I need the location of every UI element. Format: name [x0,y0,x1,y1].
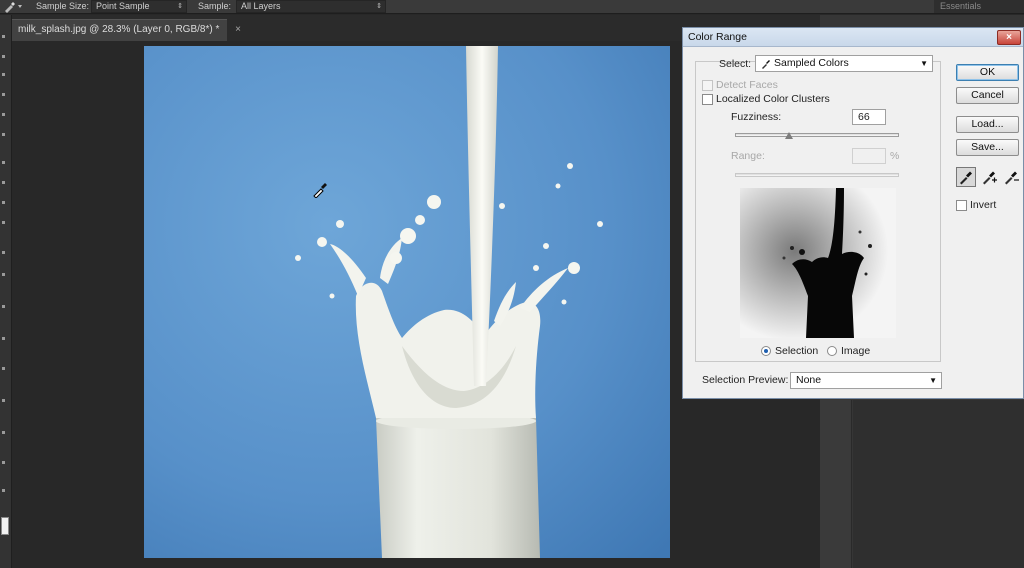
chevron-updown-icon: ⇕ [177,3,183,10]
image-radio[interactable] [827,346,837,356]
localized-clusters-checkbox[interactable] [702,94,713,105]
tool-icon[interactable] [2,161,5,164]
eyedropper-icon [960,171,972,185]
tool-icon[interactable] [2,201,5,204]
selection-radio[interactable] [761,346,771,356]
eyedropper-icon [762,60,770,69]
image-radio-label: Image [841,345,871,357]
selection-preview-label: Selection Preview: [702,374,789,386]
tool-icon[interactable] [2,273,5,276]
tool-icon[interactable] [2,73,5,76]
chevron-down-icon: ▼ [929,376,937,385]
sample-value: All Layers [241,1,281,11]
tool-icon[interactable] [2,489,5,492]
select-dropdown[interactable]: Sampled Colors ▼ [755,55,933,72]
tool-icon[interactable] [2,35,5,38]
close-button[interactable]: × [997,30,1021,45]
fuzziness-slider-thumb[interactable] [785,132,794,139]
fuzziness-label: Fuzziness: [731,111,782,123]
photoshop-window: Sample Size: Point Sample ⇕ Sample: All … [0,0,1024,568]
eyedropper-button[interactable] [956,167,976,187]
layers-panel [853,400,1024,568]
tools-panel [0,15,12,568]
tool-icon[interactable] [2,55,5,58]
tool-icon[interactable] [2,399,5,402]
dialog-title: Color Range [688,31,747,43]
detect-faces-label: Detect Faces [716,79,778,91]
save-button[interactable]: Save... [956,139,1019,156]
document-tab[interactable]: milk_splash.jpg @ 28.3% (Layer 0, RGB/8*… [12,19,241,41]
range-slider [735,173,899,177]
eyedropper-tool-icon[interactable] [2,0,26,14]
eyedropper-minus-icon [1005,171,1019,185]
ok-button[interactable]: OK [956,64,1019,81]
workspace-switcher[interactable]: Essentials [934,0,1024,13]
invert-checkbox[interactable] [956,200,967,211]
cancel-button[interactable]: Cancel [956,87,1019,104]
tool-icon[interactable] [2,181,5,184]
fuzziness-slider[interactable] [735,133,899,137]
tool-icon[interactable] [2,337,5,340]
tool-icon[interactable] [2,133,5,136]
document-tab-title: milk_splash.jpg @ 28.3% (Layer 0, RGB/8*… [18,24,220,35]
tool-icon[interactable] [2,113,5,116]
subtract-from-sample-button[interactable] [1001,167,1021,187]
chevron-updown-icon: ⇕ [376,3,382,10]
tool-icon[interactable] [2,221,5,224]
load-button[interactable]: Load... [956,116,1019,133]
invert-label: Invert [970,199,997,211]
sample-size-select[interactable]: Point Sample ⇕ [91,0,187,13]
selection-preview-thumbnail [740,188,896,338]
sample-size-label: Sample Size: [36,1,90,11]
chevron-down-icon: ▼ [920,59,928,68]
tool-icon[interactable] [2,93,5,96]
color-range-dialog: Color Range × Select: Sampled Colors ▼ D… [682,27,1024,399]
select-value: Sampled Colors [774,57,849,69]
close-icon[interactable]: × [235,20,241,40]
dialog-titlebar[interactable]: Color Range × [683,28,1023,47]
eyedropper-cursor-icon [312,180,330,199]
milk-splash-image[interactable] [144,46,670,558]
tool-icon[interactable] [2,461,5,464]
select-label: Select: [719,58,752,70]
selection-preview-dropdown[interactable]: None ▼ [790,372,942,389]
localized-clusters-label: Localized Color Clusters [716,93,830,105]
add-to-sample-button[interactable] [979,167,999,187]
tool-icon[interactable] [2,431,5,434]
sample-label: Sample: [198,1,232,11]
fuzziness-input[interactable]: 66 [852,109,886,125]
eyedropper-plus-icon [983,171,997,185]
range-input [852,148,886,164]
tool-icon[interactable] [2,367,5,370]
options-bar: Sample Size: Point Sample ⇕ Sample: All … [0,0,1024,14]
selection-radio-label: Selection [775,345,819,357]
sample-size-value: Point Sample [96,1,150,11]
detect-faces-checkbox[interactable] [702,80,713,91]
tool-icon[interactable] [2,305,5,308]
selection-preview-value: None [796,374,822,386]
foreground-color-swatch[interactable] [1,517,9,535]
range-label: Range: [731,150,765,162]
sample-select[interactable]: All Layers ⇕ [236,0,386,13]
tool-icon[interactable] [2,251,5,254]
range-unit: % [890,150,900,162]
panel-icon-strip [820,400,852,568]
